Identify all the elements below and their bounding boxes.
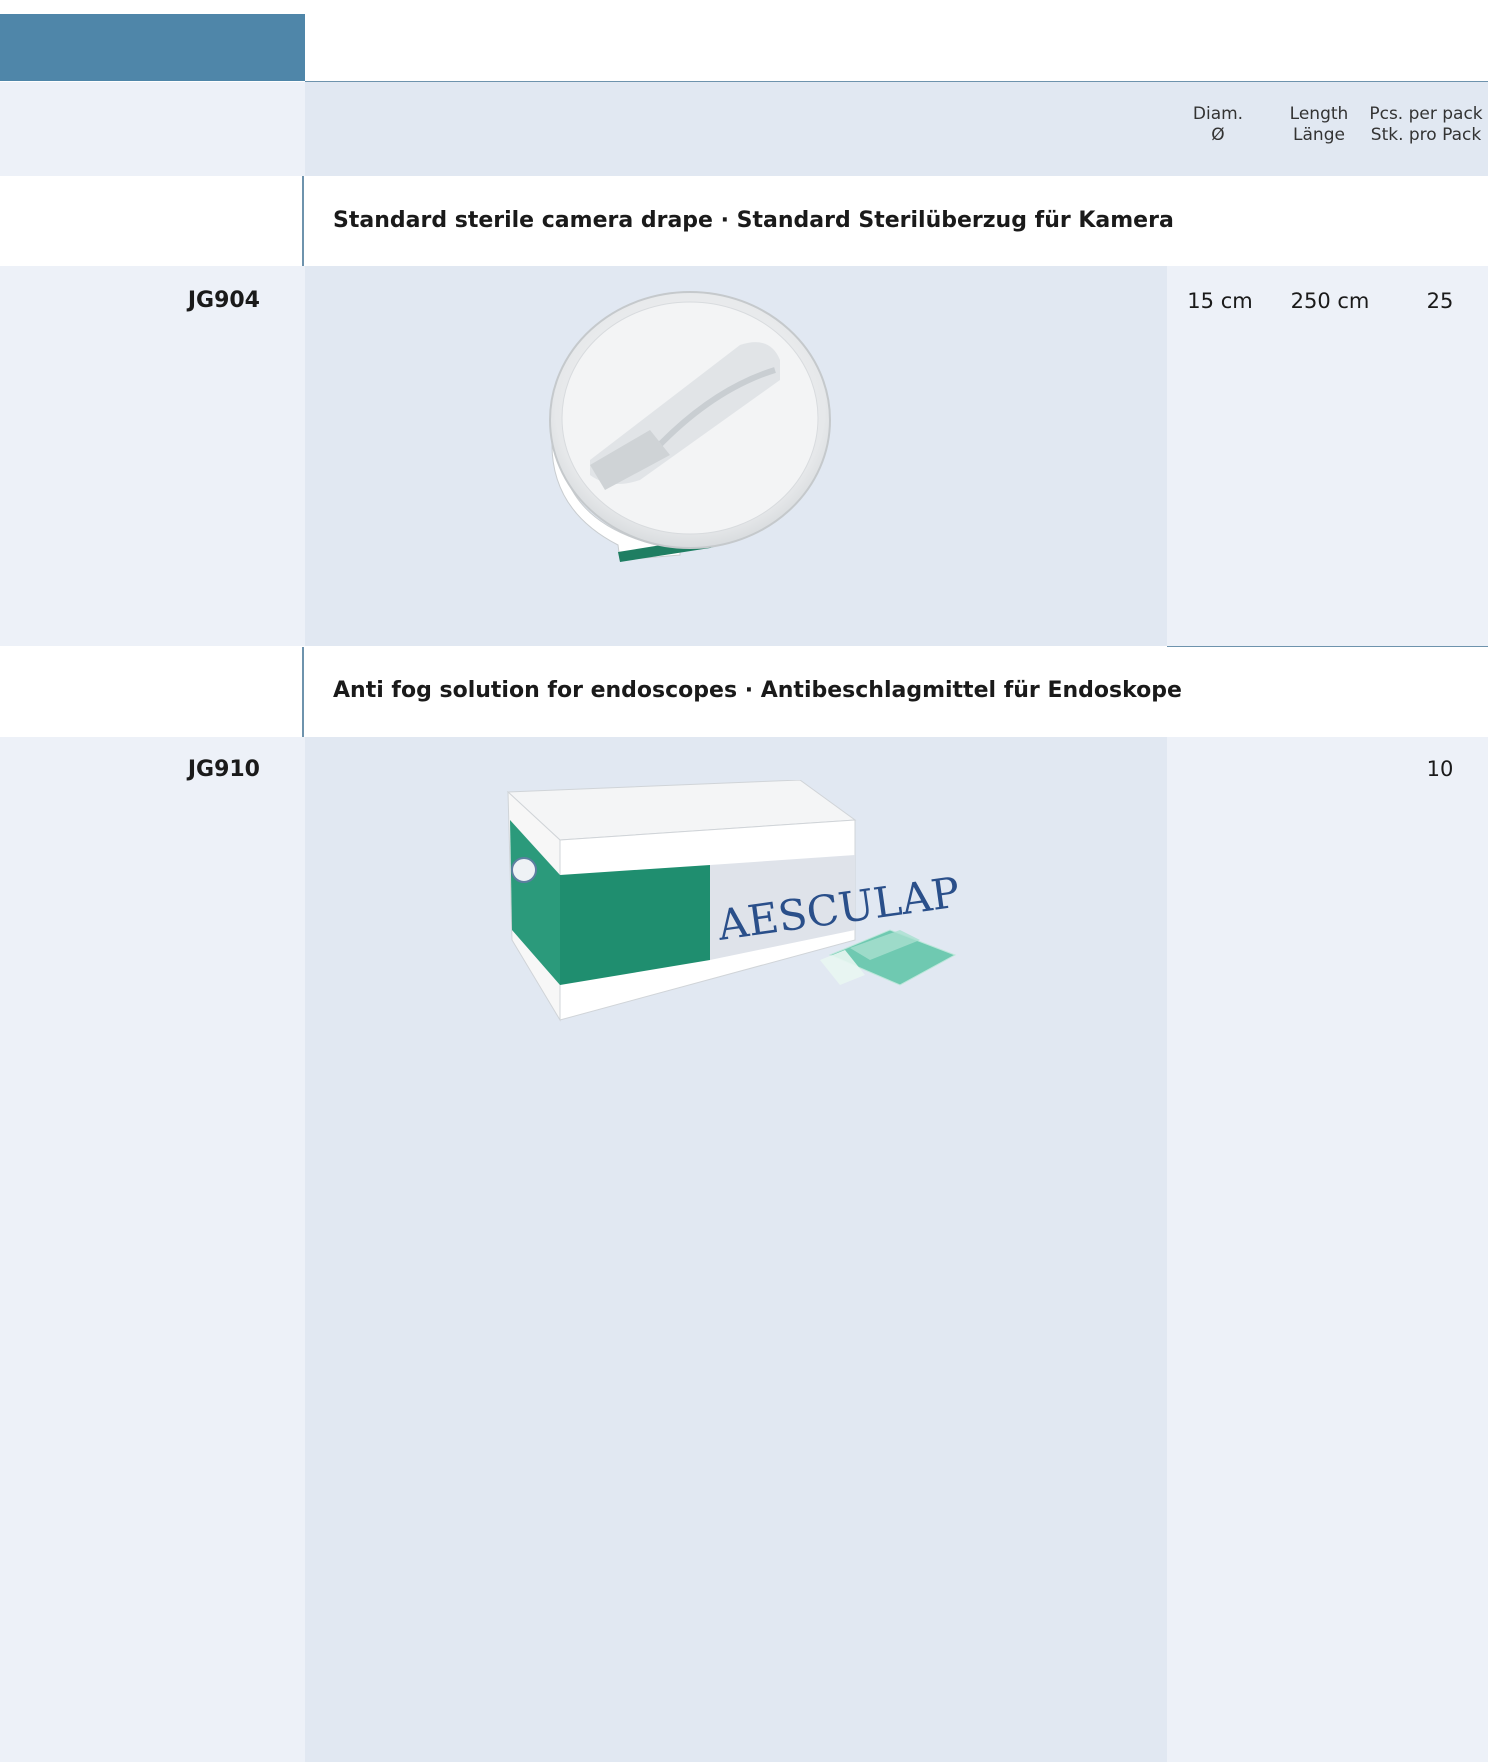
column-header-length: Length Länge xyxy=(1269,104,1369,146)
column-header-length-de: Länge xyxy=(1293,125,1345,145)
anti-fog-box-image: AESCULAP xyxy=(506,780,963,1022)
column-header-diameter: Diam. Ø xyxy=(1167,104,1269,146)
column-header-pieces-en: Pcs. per pack xyxy=(1369,104,1483,124)
column-header-length-en: Length xyxy=(1289,104,1349,124)
header-left-cell xyxy=(0,82,305,176)
column-header-pieces: Pcs. per pack Stk. pro Pack xyxy=(1364,104,1488,146)
camera-drape-image xyxy=(549,291,831,562)
column-header-pieces-de: Stk. pro Pack xyxy=(1370,125,1482,145)
column-header-diameter-de: Ø xyxy=(1211,125,1225,145)
product-row-left xyxy=(0,737,305,1762)
header-middle-cell xyxy=(305,82,1167,176)
section-title-bar xyxy=(302,176,304,266)
pieces-value: 25 xyxy=(1426,289,1454,313)
length-value: 250 cm xyxy=(1290,289,1370,313)
pieces-value: 10 xyxy=(1426,757,1454,781)
article-number: JG910 xyxy=(187,757,260,782)
product-row-values xyxy=(1167,737,1488,1762)
product-row-values xyxy=(1167,266,1488,646)
section-title: Anti fog solution for endoscopes · Antib… xyxy=(333,678,1182,703)
header-accent-block xyxy=(0,14,305,81)
section-title-bar xyxy=(302,647,304,737)
diameter-value: 15 cm xyxy=(1187,289,1253,313)
article-number: JG904 xyxy=(187,288,260,313)
product-row-left xyxy=(0,266,305,646)
column-header-diameter-en: Diam. xyxy=(1192,104,1244,124)
section-title: Standard sterile camera drape · Standard… xyxy=(333,208,1174,233)
